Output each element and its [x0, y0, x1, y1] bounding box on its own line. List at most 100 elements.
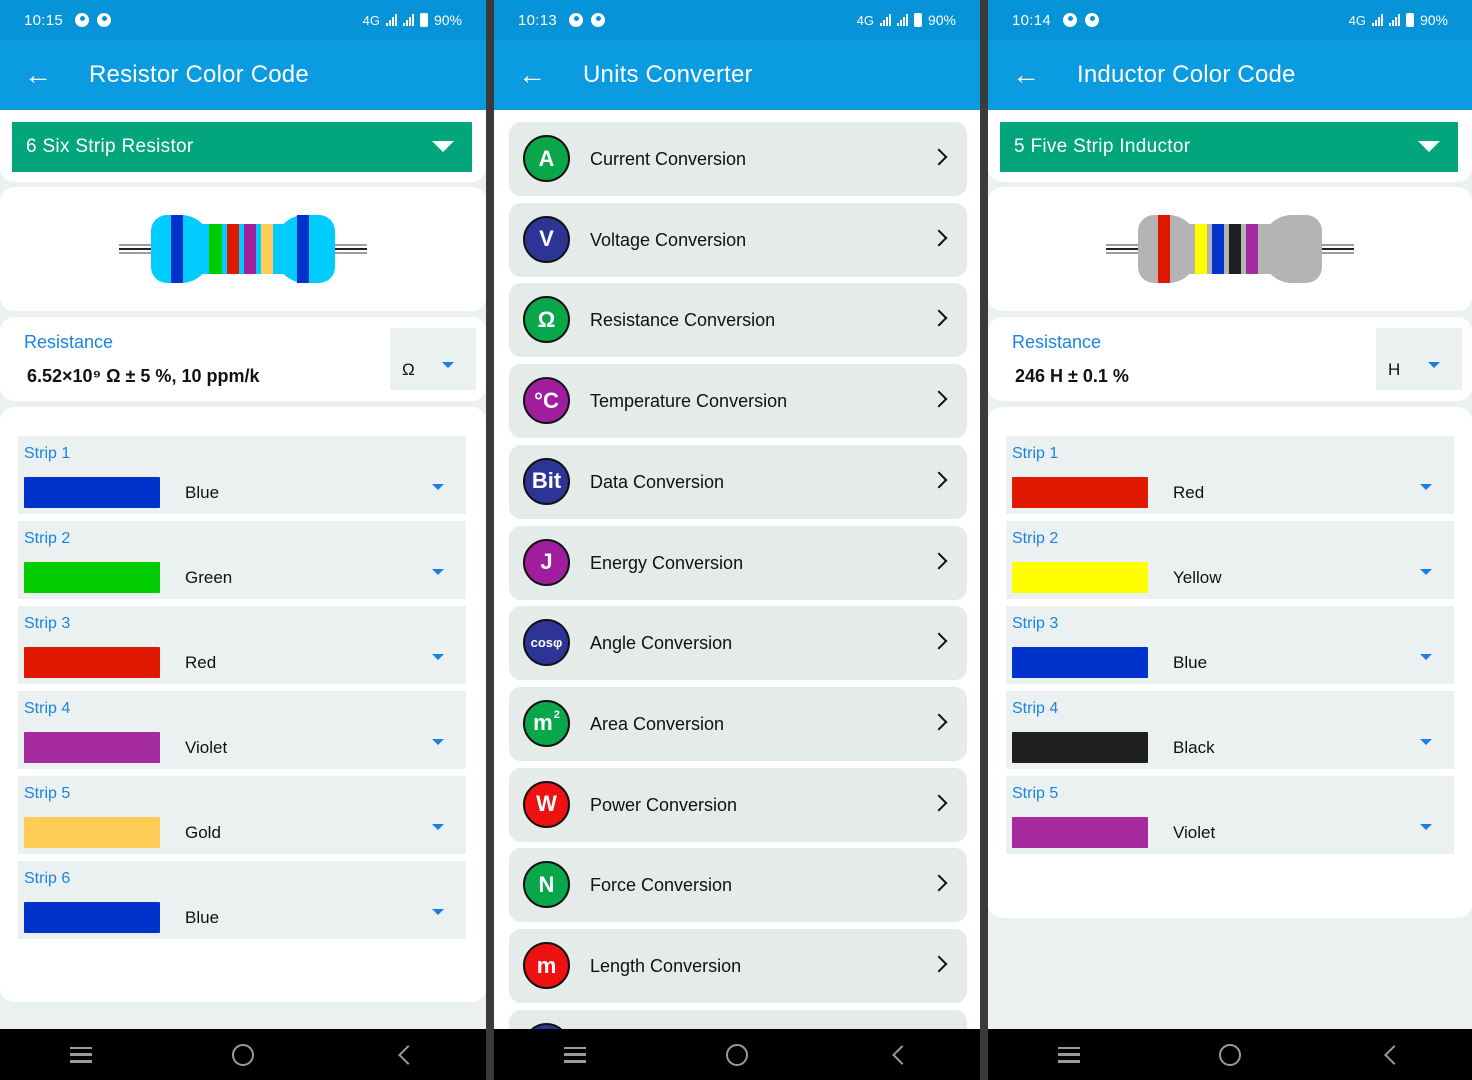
strip-color-name: Blue — [185, 483, 220, 502]
conversion-item[interactable]: Bit Data Conversion — [509, 444, 967, 519]
system-back-button[interactable] — [1361, 1035, 1421, 1075]
dropdown-caret-icon — [432, 654, 444, 660]
battery-percent: 90% — [927, 12, 956, 28]
unit-value: Ω — [402, 360, 415, 379]
chevron-right-icon — [930, 955, 948, 973]
menu-icon — [564, 1046, 586, 1063]
battery-icon — [913, 13, 922, 27]
strip-selector[interactable]: Strip 3 Blue — [1006, 606, 1454, 684]
battery-percent: 90% — [1419, 12, 1448, 28]
color-band — [1246, 224, 1258, 274]
conversion-label: Energy Conversion — [590, 552, 744, 573]
dropdown-caret-icon — [1418, 141, 1440, 152]
home-button[interactable] — [1200, 1035, 1260, 1075]
recent-apps-button[interactable] — [51, 1035, 111, 1075]
conversion-item[interactable]: °C Temperature Conversion — [509, 364, 967, 439]
chevron-right-icon — [930, 309, 948, 327]
resistor-type-value: 6 Six Strip Resistor — [26, 136, 194, 157]
strip-selector[interactable]: Strip 1 Blue — [18, 436, 466, 514]
system-back-button[interactable] — [375, 1035, 435, 1075]
strip-selector[interactable]: Strip 6 Blue — [18, 861, 466, 939]
color-swatch — [1012, 647, 1148, 678]
color-swatch — [24, 647, 160, 678]
chevron-right-icon — [930, 632, 948, 650]
strip-label: Strip 4 — [1012, 700, 1059, 717]
color-swatch — [24, 732, 160, 763]
status-right: 4G 90% — [363, 12, 462, 28]
conversion-item[interactable]: A Current Conversion — [509, 122, 967, 196]
unit-symbol-icon: W — [523, 780, 570, 828]
chevron-right-icon — [930, 229, 948, 247]
conversion-item[interactable]: cosφ Angle Conversion — [509, 606, 967, 681]
unit-symbol: Bit — [531, 468, 562, 494]
strip-label: Strip 2 — [1012, 530, 1059, 547]
unit-symbol-icon: V — [523, 215, 570, 263]
system-back-button[interactable] — [869, 1035, 929, 1075]
notification-icons — [1063, 13, 1100, 27]
conversion-item[interactable]: N Force Conversion — [509, 848, 967, 923]
notification-icon — [1063, 13, 1078, 27]
unit-symbol-icon: m2 — [523, 699, 570, 747]
color-band — [1212, 224, 1224, 274]
strip-selector[interactable]: Strip 5 Gold — [18, 776, 466, 854]
strip-color-name: Green — [185, 568, 233, 587]
chevron-right-icon — [930, 148, 948, 166]
strip-selector[interactable]: Strip 3 Red — [18, 606, 466, 684]
strip-color-name: Black — [1173, 738, 1215, 757]
strip-selector[interactable]: Strip 4 Violet — [18, 691, 466, 769]
result-value: 246 H ± 0.1 % — [1015, 366, 1129, 386]
chevron-right-icon — [930, 794, 948, 812]
back-arrow-icon[interactable]: ← — [518, 61, 546, 89]
strip-label: Strip 4 — [24, 700, 71, 717]
strip-label: Strip 3 — [1012, 615, 1059, 632]
unit-dropdown[interactable]: H — [1376, 328, 1462, 390]
notification-icon — [569, 13, 584, 27]
back-arrow-icon[interactable]: ← — [1012, 61, 1040, 89]
color-band — [1229, 224, 1241, 274]
system-nav-bar — [988, 1029, 1472, 1080]
color-swatch — [24, 562, 160, 593]
conversion-item[interactable]: V Voltage Conversion — [509, 202, 967, 277]
conversion-label: Temperature Conversion — [590, 391, 788, 412]
component-image-card — [988, 187, 1472, 311]
color-swatch — [24, 902, 160, 933]
system-nav-bar — [0, 1029, 486, 1080]
color-swatch — [24, 477, 160, 508]
conversion-item[interactable]: J Energy Conversion — [509, 525, 967, 600]
back-arrow-icon[interactable]: ← — [24, 61, 52, 89]
recent-apps-button[interactable] — [1039, 1035, 1099, 1075]
strip-color-name: Blue — [185, 908, 220, 927]
resistor-illustration — [119, 215, 367, 283]
home-button[interactable] — [213, 1035, 273, 1075]
unit-symbol: N — [538, 871, 555, 897]
signal-icon — [1388, 14, 1400, 26]
home-button[interactable] — [707, 1035, 767, 1075]
conversion-item[interactable]: m Length Conversion — [509, 929, 967, 1003]
strip-selector[interactable]: Strip 4 Black — [1006, 691, 1454, 769]
conversion-list[interactable]: A Current Conversion V Voltage Conversion Ω R… — [494, 110, 980, 1029]
status-bar: 10:14 4G 90% — [988, 0, 1472, 40]
inductor-illustration — [1106, 215, 1354, 283]
notification-icon — [97, 13, 112, 27]
status-right: 4G 90% — [857, 12, 956, 28]
chevron-right-icon — [930, 390, 948, 408]
recent-apps-button[interactable] — [545, 1035, 605, 1075]
unit-dropdown[interactable]: Ω — [390, 328, 476, 390]
strip-selector[interactable]: Strip 5 Violet — [1006, 776, 1454, 854]
resistor-type-dropdown[interactable]: 6 Six Strip Resistor — [12, 122, 472, 172]
dropdown-caret-icon — [432, 484, 444, 490]
inductor-type-dropdown[interactable]: 5 Five Strip Inductor — [1000, 122, 1458, 172]
strip-label: Strip 5 — [1012, 785, 1059, 802]
battery-icon — [419, 13, 428, 27]
strip-selector[interactable]: Strip 2 Green — [18, 521, 466, 599]
signal-icon — [1371, 14, 1383, 26]
color-swatch — [1012, 562, 1148, 593]
conversion-item[interactable]: Ω Resistance Conversion — [509, 283, 967, 358]
strip-selector[interactable]: Strip 1 Red — [1006, 436, 1454, 514]
signal-icon — [402, 14, 414, 26]
conversion-item[interactable] — [509, 1009, 967, 1029]
conversion-item[interactable]: m 2 Area Conversion — [509, 686, 967, 761]
color-band — [1195, 224, 1207, 274]
conversion-item[interactable]: W Power Conversion — [509, 767, 967, 842]
strip-selector[interactable]: Strip 2 Yellow — [1006, 521, 1454, 599]
